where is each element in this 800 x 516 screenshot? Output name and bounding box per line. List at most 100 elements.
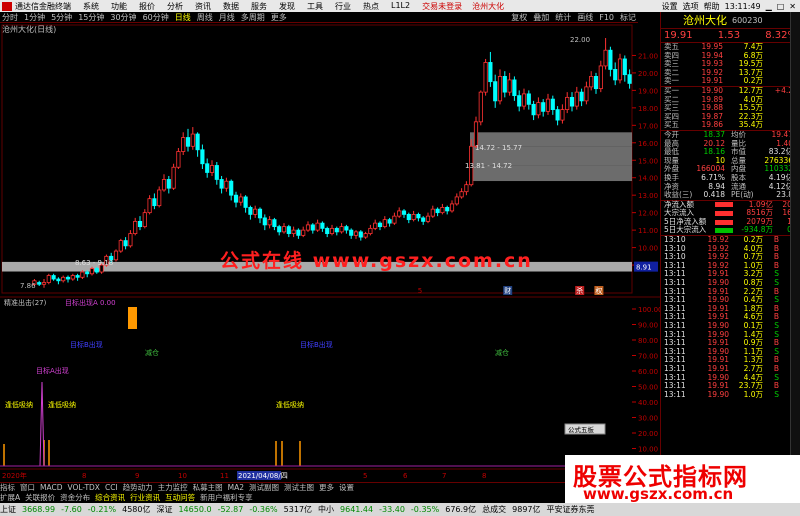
period-tab-10[interactable]: 更多 bbox=[271, 12, 287, 23]
help-menu[interactable]: 帮助 bbox=[704, 1, 720, 12]
menu-item-3[interactable]: 分析 bbox=[167, 1, 183, 12]
date-label: 2020年 bbox=[2, 471, 27, 480]
period-tab-6[interactable]: 日线 bbox=[175, 12, 191, 23]
settings-menu[interactable]: 设置 bbox=[662, 1, 678, 12]
current-stock-link[interactable]: 沧州大化 bbox=[472, 1, 504, 12]
tick-list[interactable]: 13:10 19.92 0.2万 B 13:10 19.92 4.0万 B 13:10 19.92… bbox=[661, 235, 800, 399]
menu-item-0[interactable]: 系统 bbox=[83, 1, 99, 12]
candle-body bbox=[238, 196, 243, 203]
menu-item-10[interactable]: 热点 bbox=[363, 1, 379, 12]
period-tab-7[interactable]: 周线 bbox=[197, 12, 213, 23]
candle-body bbox=[502, 76, 507, 93]
bid-row[interactable]: 买二 19.89 4.0万 bbox=[661, 95, 800, 105]
candle bbox=[435, 207, 440, 217]
date-label: 7 bbox=[442, 472, 446, 480]
candle-body bbox=[301, 229, 306, 236]
candle-body bbox=[488, 62, 493, 83]
candle bbox=[387, 217, 392, 227]
period-tab-4[interactable]: 30分钟 bbox=[110, 12, 136, 23]
ask-row[interactable]: 卖一 19.91 0.2万 bbox=[661, 77, 800, 86]
close-icon[interactable]: ✕ bbox=[789, 2, 796, 11]
candle-body bbox=[344, 226, 349, 231]
period-tab-1[interactable]: 1分钟 bbox=[24, 12, 45, 23]
menu-item-11[interactable]: L1L2 bbox=[391, 1, 410, 12]
candle-body bbox=[310, 224, 315, 231]
candle bbox=[464, 181, 469, 196]
index-pct: -0.36% bbox=[249, 505, 278, 514]
period-tab-9[interactable]: 多周期 bbox=[241, 12, 265, 23]
minimize-icon[interactable]: ▁ bbox=[766, 2, 772, 11]
ext-tab-4[interactable]: 行业资讯 bbox=[130, 492, 160, 503]
period-tab-5[interactable]: 60分钟 bbox=[143, 12, 169, 23]
chart-tool-4[interactable]: F10 bbox=[599, 13, 614, 22]
candle bbox=[454, 193, 459, 206]
candle bbox=[416, 212, 421, 222]
ask-row[interactable]: 卖三 19.93 19.5万 bbox=[661, 60, 800, 69]
candle bbox=[541, 99, 546, 117]
candle bbox=[56, 277, 61, 285]
candle bbox=[267, 216, 272, 229]
ext-tab-1[interactable]: 关联报价 bbox=[25, 492, 55, 503]
ask-row[interactable]: 卖二 19.92 13.7万 bbox=[661, 68, 800, 78]
menu-item-5[interactable]: 数据 bbox=[223, 1, 239, 12]
candle bbox=[358, 230, 363, 241]
period-tab-8[interactable]: 月线 bbox=[219, 12, 235, 23]
chart-tool-2[interactable]: 统计 bbox=[555, 12, 571, 23]
chart-tool-5[interactable]: 标记 bbox=[620, 12, 636, 23]
side-toolbar[interactable] bbox=[790, 12, 800, 470]
candle-body bbox=[171, 166, 176, 189]
period-tab-0[interactable]: 分时 bbox=[2, 12, 18, 23]
index-value: 9641.44 bbox=[340, 505, 374, 514]
ask-row[interactable]: 卖四 19.94 6.8万 bbox=[661, 51, 800, 61]
chart-tool-1[interactable]: 叠加 bbox=[533, 12, 549, 23]
candle-body bbox=[305, 224, 311, 231]
candle bbox=[368, 224, 373, 236]
candle bbox=[329, 224, 335, 236]
ext-tab-2[interactable]: 资金分布 bbox=[60, 492, 90, 503]
candle bbox=[185, 128, 191, 152]
menu-item-8[interactable]: 工具 bbox=[307, 1, 323, 12]
candle-body bbox=[339, 226, 344, 233]
candle-body bbox=[392, 215, 397, 224]
ext-tab-5[interactable]: 互动问答 bbox=[165, 492, 195, 503]
candle bbox=[536, 97, 541, 119]
period-tab-3[interactable]: 15分钟 bbox=[78, 12, 104, 23]
menu-item-2[interactable]: 报价 bbox=[139, 1, 155, 12]
candle-body bbox=[574, 91, 579, 107]
index-amount: 4580亿 bbox=[122, 505, 151, 514]
candle-body bbox=[152, 198, 157, 207]
candle-body bbox=[291, 229, 296, 235]
ext-tab-0[interactable]: 扩展A bbox=[0, 492, 20, 503]
indicator-mid-label: 目标B出现 bbox=[70, 340, 103, 349]
maximize-icon[interactable]: □ bbox=[777, 2, 785, 11]
menu-item-9[interactable]: 行业 bbox=[335, 1, 351, 12]
bid-row[interactable]: 买四 19.87 22.3万 bbox=[661, 112, 800, 122]
candle bbox=[353, 230, 359, 239]
candle-body bbox=[200, 149, 205, 165]
candle-body bbox=[589, 76, 594, 88]
candle-body bbox=[440, 207, 445, 214]
price-tick-label: 16.00 bbox=[638, 140, 658, 148]
period-tab-2[interactable]: 5分钟 bbox=[51, 12, 72, 23]
stat-key: PE(动) bbox=[731, 190, 754, 200]
bid-row[interactable]: 买三 19.88 15.5万 bbox=[661, 104, 800, 113]
menu-item-7[interactable]: 发现 bbox=[279, 1, 295, 12]
menu-item-4[interactable]: 资讯 bbox=[195, 1, 211, 12]
candle bbox=[133, 217, 138, 236]
options-menu[interactable]: 选项 bbox=[683, 1, 699, 12]
candle-body bbox=[363, 233, 368, 238]
bid-row[interactable]: 买一 19.90 12.7万 +4.2 bbox=[661, 86, 800, 96]
menu-item-6[interactable]: 服务 bbox=[251, 1, 267, 12]
chart-tool-3[interactable]: 画线 bbox=[577, 12, 593, 23]
bid-row[interactable]: 买五 19.86 35.4万 bbox=[661, 121, 800, 130]
ext-tab-6[interactable]: 新用户福利专享 bbox=[200, 492, 253, 503]
ext-tab-3[interactable]: 综合资讯 bbox=[95, 492, 125, 503]
candle-body bbox=[61, 276, 66, 282]
candle-body bbox=[65, 276, 71, 280]
candle-body bbox=[598, 65, 603, 90]
ask-row[interactable]: 卖五 19.95 7.4万 bbox=[661, 42, 800, 52]
menu-item-1[interactable]: 功能 bbox=[111, 1, 127, 12]
index-pct: -0.21% bbox=[87, 505, 117, 514]
chart-tool-0[interactable]: 复权 bbox=[511, 12, 527, 23]
login-status-link[interactable]: 交易未登录 bbox=[422, 1, 462, 12]
